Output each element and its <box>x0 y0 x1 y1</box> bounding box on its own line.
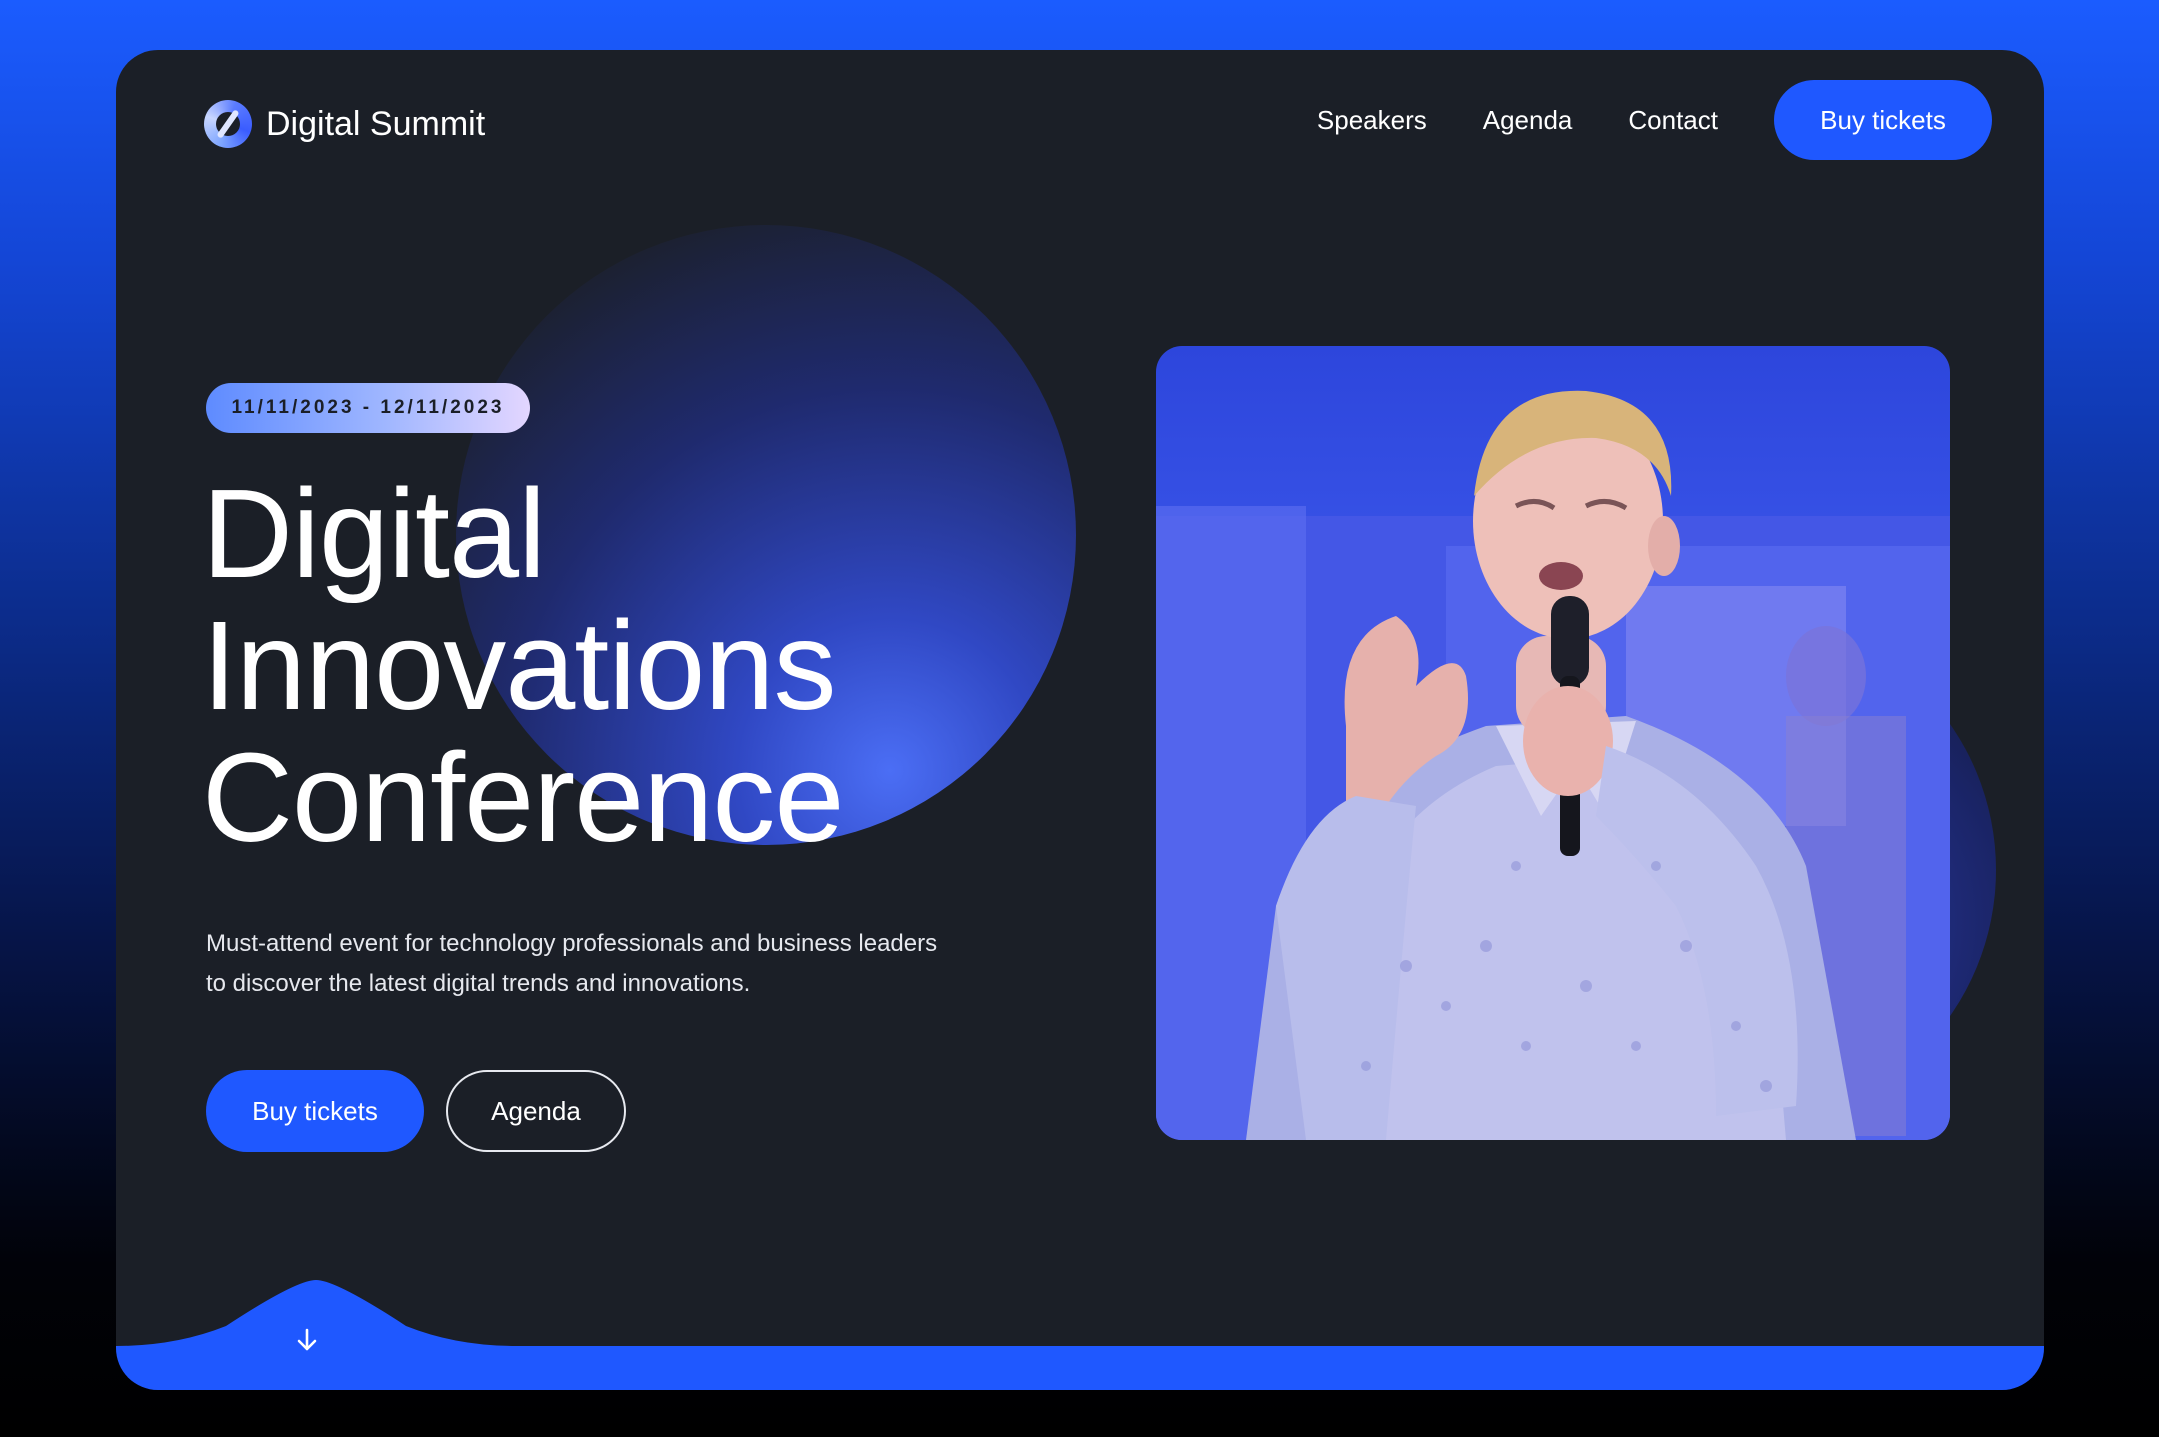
hero-title: Digital Innovations Conference <box>202 463 844 868</box>
ring-logo-icon <box>204 100 252 148</box>
arrow-down-icon[interactable] <box>292 1325 322 1355</box>
hero-actions: Buy tickets Agenda <box>206 1070 626 1152</box>
brand-name: Digital Summit <box>266 104 486 143</box>
nav-link-agenda[interactable]: Agenda <box>1483 105 1573 136</box>
page-frame: Digital Summit Speakers Agenda Contact B… <box>116 50 2044 1390</box>
date-badge: 11/11/2023 - 12/11/2023 <box>206 383 530 433</box>
hero-title-line: Innovations <box>202 595 836 736</box>
nav-buy-tickets-button[interactable]: Buy tickets <box>1774 80 1992 160</box>
speaker-photo <box>1156 346 1950 1140</box>
main-nav: Speakers Agenda Contact Buy tickets <box>1317 80 1992 160</box>
agenda-button[interactable]: Agenda <box>446 1070 626 1152</box>
buy-tickets-button[interactable]: Buy tickets <box>206 1070 424 1152</box>
nav-link-contact[interactable]: Contact <box>1628 105 1718 136</box>
bottom-wave <box>116 1280 2044 1390</box>
hero-title-line: Conference <box>202 727 844 868</box>
hero-title-line: Digital <box>202 463 546 604</box>
brand-logo[interactable]: Digital Summit <box>204 100 485 148</box>
nav-link-speakers[interactable]: Speakers <box>1317 105 1427 136</box>
hero-description: Must-attend event for technology profess… <box>206 930 938 997</box>
